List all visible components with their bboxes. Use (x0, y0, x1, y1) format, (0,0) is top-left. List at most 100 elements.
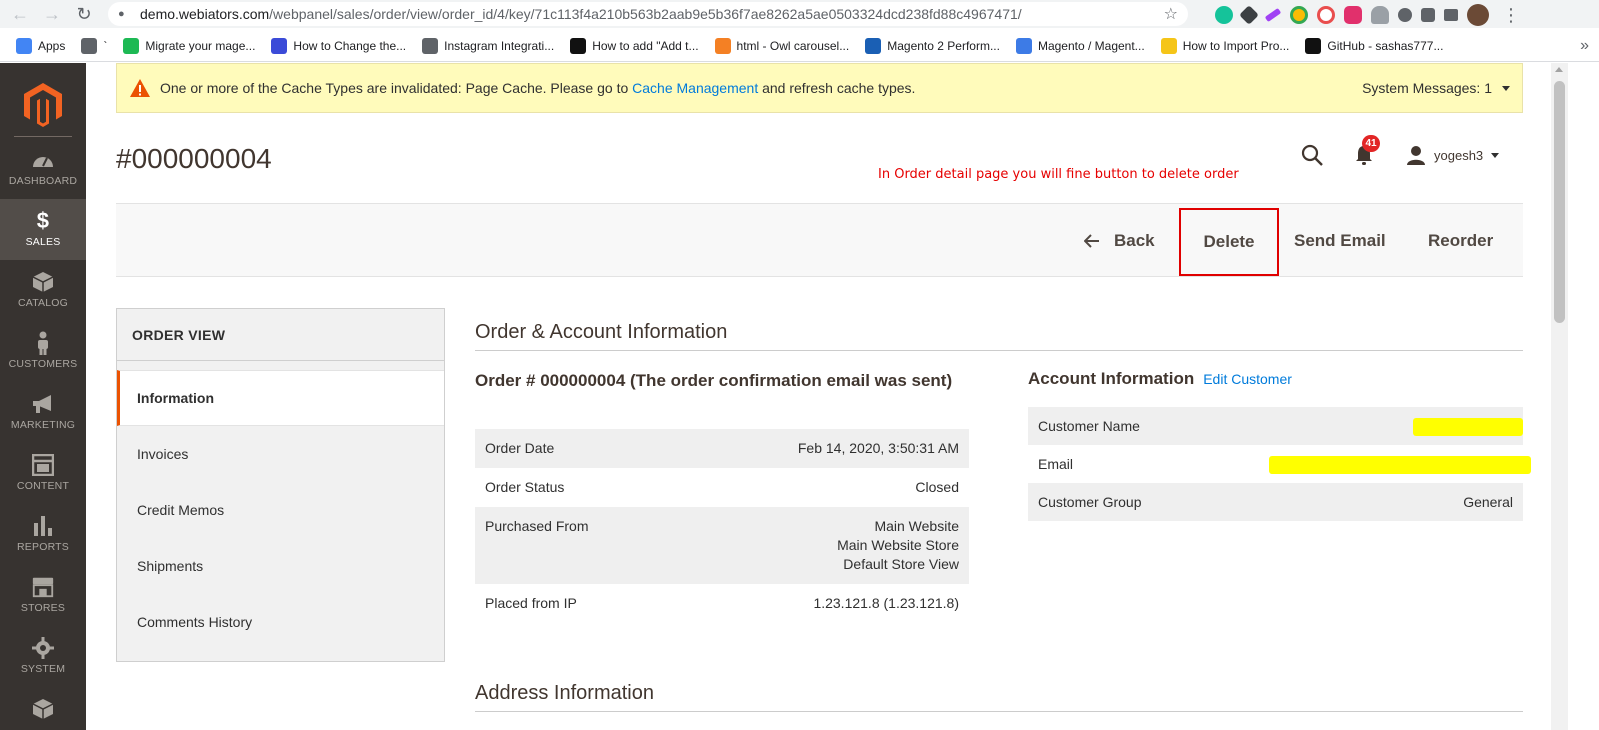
back-arrow-icon[interactable]: ← (8, 2, 32, 26)
forward-arrow-icon[interactable]: → (40, 2, 64, 26)
redacted-customer-name (1413, 418, 1523, 436)
reorder-button[interactable]: Reorder (1428, 204, 1493, 278)
tab-shipments[interactable]: Shipments (117, 538, 444, 594)
c-icon (1015, 37, 1032, 54)
more-bookmarks-icon[interactable]: » (1580, 37, 1589, 55)
chevron-down-icon (1502, 85, 1510, 91)
system-messages-toggle[interactable]: System Messages: 1 (1362, 80, 1510, 96)
tab-comments-history[interactable]: Comments History (117, 594, 444, 650)
bookmark-item[interactable]: html - Owl carousel... (714, 37, 849, 54)
megaphone-icon (31, 392, 55, 416)
account-heading-text: Account Information (1028, 369, 1195, 388)
sidebar-item-content[interactable]: CONTENT (0, 443, 86, 504)
chrome-ext-icon[interactable] (1290, 6, 1308, 24)
reading-list-icon[interactable] (1444, 9, 1458, 21)
table-row: Placed from IP 1.23.121.8 (1.23.121.8) (475, 584, 969, 623)
page-title: #000000004 (116, 143, 272, 174)
table-row: Customer Group General (1028, 483, 1523, 521)
sidebar-item-catalog[interactable]: CATALOG (0, 260, 86, 321)
table-row: Customer Name (1028, 407, 1523, 445)
scrollbar-thumb[interactable] (1554, 81, 1565, 323)
tabs-title: ORDER VIEW (117, 309, 444, 361)
logo-divider (14, 136, 72, 137)
bookmarks-bar: Apps ` Migrate your mage... How to Change t… (0, 30, 1599, 62)
profile-avatar[interactable] (1467, 4, 1489, 26)
page-scrollbar[interactable] (1551, 63, 1568, 730)
bookmark-item[interactable]: GitHub - sashas777... (1305, 37, 1443, 54)
bookmark-item[interactable]: How to Change the... (271, 37, 407, 54)
reload-icon[interactable]: ↻ (72, 2, 96, 26)
right-gutter (1568, 63, 1599, 730)
cache-management-link[interactable]: Cache Management (632, 80, 758, 96)
user-menu[interactable]: yogesh3 (1406, 145, 1500, 165)
edit-customer-link[interactable]: Edit Customer (1203, 371, 1292, 387)
user-icon (1407, 146, 1425, 165)
browser-menu-icon[interactable]: ⋮ (1502, 5, 1520, 26)
sidebar-item-label: MARKETING (10, 419, 76, 431)
sidebar-item-sales[interactable]: $ SALES (0, 199, 86, 260)
puzzle-icon[interactable] (1421, 8, 1435, 22)
bookmark-label: How to add "Add t... (592, 38, 699, 53)
tab-credit-memos[interactable]: Credit Memos (117, 482, 444, 538)
delete-button[interactable]: Delete (1179, 208, 1279, 276)
bookmark-item[interactable]: Apps (16, 37, 65, 54)
sidebar-item-system[interactable]: SYSTEM (0, 626, 86, 687)
sidebar-item-marketing[interactable]: MARKETING (0, 382, 86, 443)
sidebar-item-label: CUSTOMERS (8, 358, 78, 370)
medium-icon (570, 37, 587, 54)
username: yogesh3 (1434, 147, 1484, 163)
row-label: Customer Name (1038, 418, 1140, 434)
bookmark-item[interactable]: ` (81, 37, 107, 54)
redacted-email (1269, 456, 1531, 474)
sidebar-item-label: CONTENT (16, 480, 70, 492)
box-icon (31, 270, 55, 294)
admin-sidebar: DASHBOARD $ SALES CATALOG CUSTOMERS MARKETING… (0, 63, 86, 730)
grammarly-icon[interactable] (1215, 6, 1233, 24)
back-button[interactable]: Back (1084, 204, 1155, 278)
cloud-ext-icon[interactable] (1371, 6, 1389, 24)
send-email-button[interactable]: Send Email (1294, 204, 1386, 278)
pen-icon[interactable] (1264, 7, 1282, 23)
plane-icon (271, 37, 288, 54)
search-icon[interactable] (1300, 143, 1324, 167)
notifications-button[interactable]: 41 (1354, 135, 1380, 166)
scroll-up-icon[interactable] (1555, 67, 1563, 72)
bookmark-item[interactable]: Instagram Integrati... (422, 37, 554, 54)
system-message-text-before: One or more of the Cache Types are inval… (160, 80, 633, 96)
tab-invoices[interactable]: Invoices (117, 426, 444, 482)
globe-icon (81, 37, 98, 54)
instagram-ext-icon[interactable] (1344, 6, 1362, 24)
bookmark-item[interactable]: Magento 2 Perform... (865, 37, 1000, 54)
row-value: Main Website Main Website Store Default … (837, 517, 959, 574)
tab-information[interactable]: Information (117, 370, 444, 426)
sidebar-item-dashboard[interactable]: DASHBOARD (0, 138, 86, 199)
apps-grid-icon (16, 37, 32, 54)
table-row: Order Date Feb 14, 2020, 3:50:31 AM (475, 429, 969, 468)
sidebar-item-customers[interactable]: CUSTOMERS (0, 321, 86, 382)
bookmark-item[interactable]: How to Import Pro... (1160, 37, 1289, 54)
row-label: Email (1038, 456, 1074, 472)
bookmark-item[interactable]: How to add "Add t... (570, 37, 699, 54)
row-label: Order Status (485, 479, 565, 495)
gear-icon (31, 636, 55, 660)
sidebar-item-reports[interactable]: REPORTS (0, 504, 86, 565)
address-bar[interactable]: ● demo.webiators.com/webpanel/sales/orde… (108, 2, 1188, 26)
sidebar-item-partial[interactable] (0, 687, 86, 730)
github-icon (1305, 37, 1322, 54)
bookmark-label: How to Change the... (293, 38, 407, 53)
dollar-icon: $ (31, 209, 55, 233)
bookmark-item[interactable]: Migrate your mage... (123, 37, 255, 54)
eyedropper-icon[interactable] (1239, 5, 1259, 25)
ring-ext-icon[interactable] (1317, 6, 1335, 24)
page-actions-bar: Back Delete Send Email Reorder (116, 203, 1523, 277)
annotation-text: In Order detail page you will fine butto… (878, 167, 1239, 182)
bookmark-item[interactable]: Magento / Magent... (1015, 37, 1145, 54)
sidebar-item-stores[interactable]: STORES (0, 565, 86, 626)
magento-logo[interactable] (24, 83, 62, 127)
purchased-from-store-view: Default Store View (843, 556, 959, 572)
url-host: demo.webiators.com (140, 6, 270, 22)
sidebar-item-label: SYSTEM (20, 663, 66, 675)
gear-ext-icon[interactable] (1398, 8, 1412, 22)
row-label: Order Date (485, 440, 555, 456)
bookmark-star-icon[interactable]: ☆ (1164, 4, 1178, 24)
